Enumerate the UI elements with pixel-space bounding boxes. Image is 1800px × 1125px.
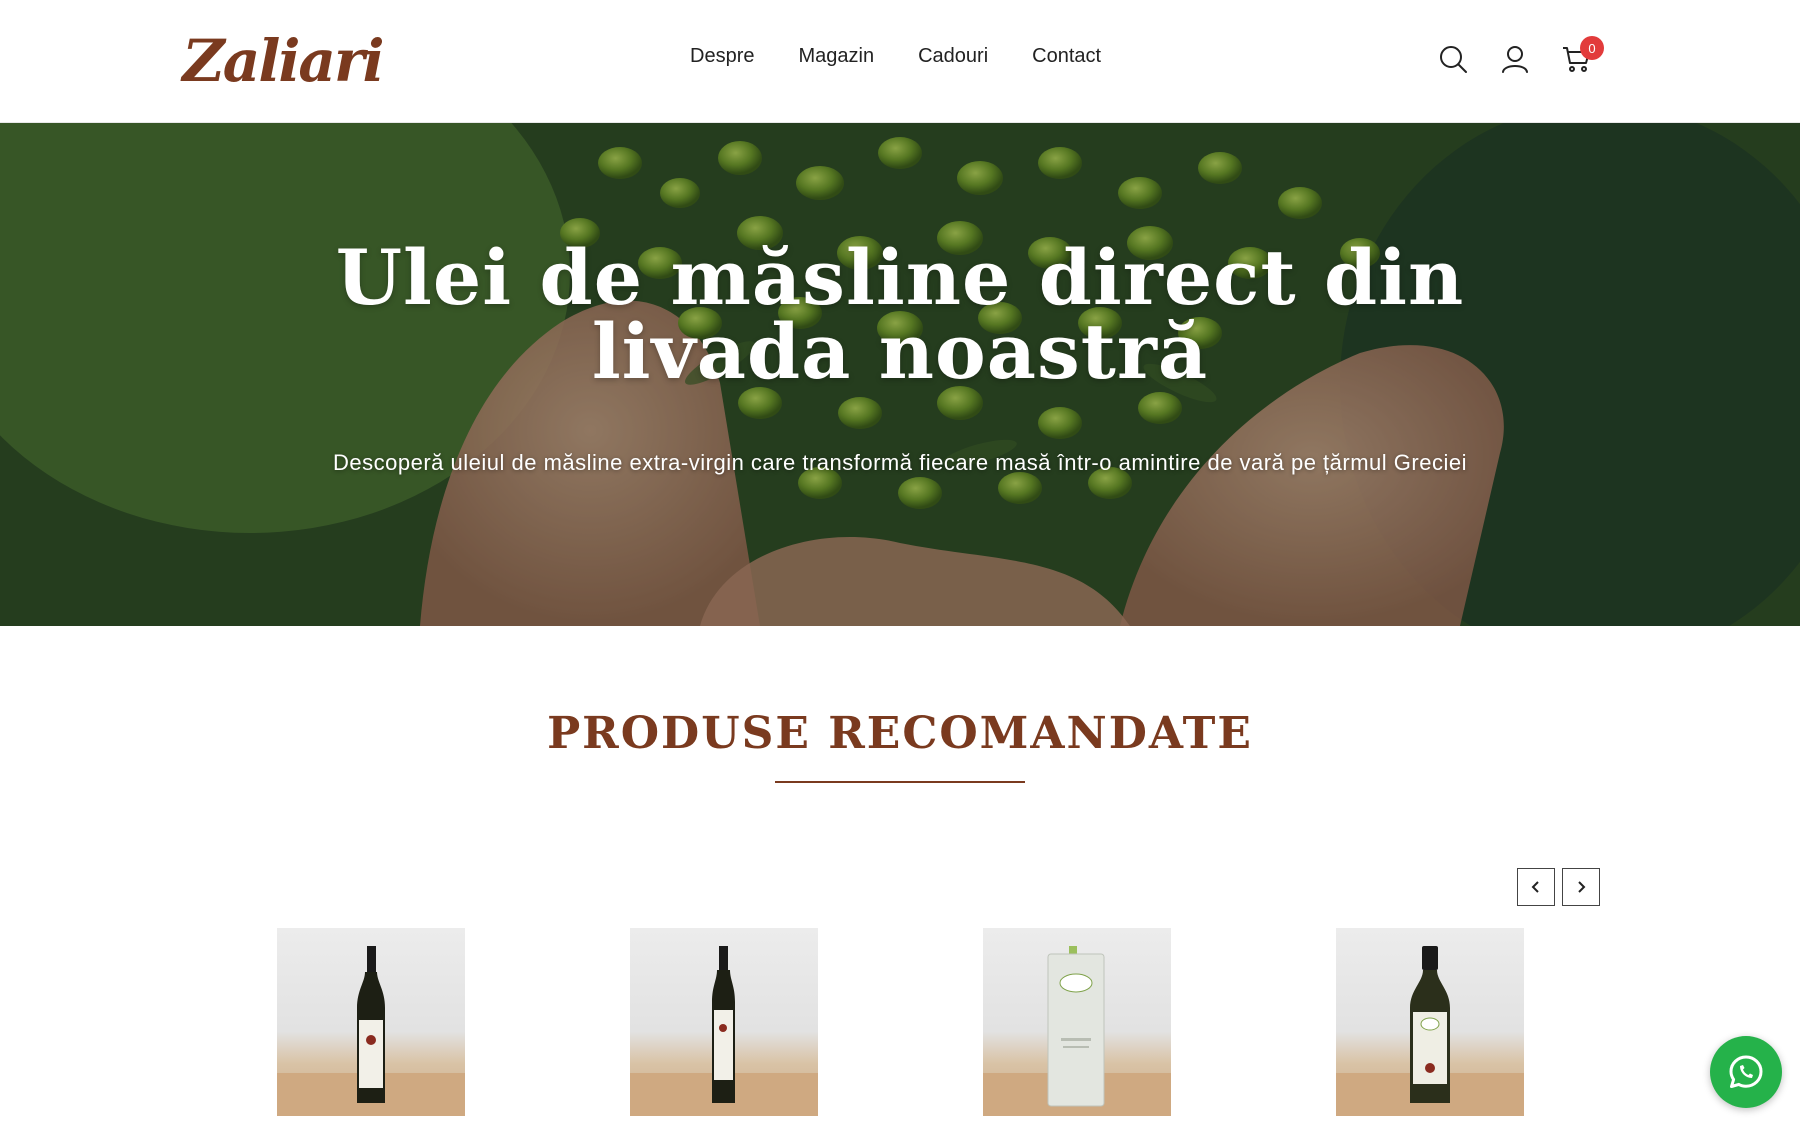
product-carousel (277, 928, 1587, 1118)
product-image-olive-oil-tin (983, 946, 1171, 1116)
cart-count-badge: 0 (1580, 36, 1604, 60)
main-nav: Despre Magazin Cadouri Contact (690, 45, 1101, 68)
nav-item-despre[interactable]: Despre (690, 45, 754, 68)
search-icon[interactable] (1438, 44, 1468, 74)
hero-subtitle: Descoperă uleiul de măsline extra-virgin… (333, 450, 1467, 475)
product-image-olive-oil-bottle-tall (277, 946, 465, 1116)
product-image-olive-oil-bottle-small (1336, 946, 1524, 1116)
section-divider (775, 781, 1025, 783)
nav-item-magazin[interactable]: Magazin (798, 45, 874, 68)
product-card[interactable] (1336, 928, 1524, 1116)
site-header: Zaliari Despre Magazin Cadouri Contact 0 (0, 0, 1800, 123)
hero-title-line2: livada noastră (591, 307, 1209, 396)
logo[interactable]: Zaliari (182, 20, 384, 102)
nav-item-contact[interactable]: Contact (1032, 45, 1101, 68)
product-card[interactable] (983, 928, 1171, 1116)
cart-icon[interactable]: 0 (1562, 36, 1604, 74)
whatsapp-icon (1729, 1055, 1763, 1088)
chevron-left-icon (1531, 881, 1539, 893)
user-icon[interactable] (1500, 44, 1530, 74)
carousel-next-button[interactable] (1562, 868, 1600, 906)
header-icons: 0 (1438, 36, 1604, 74)
chevron-right-icon (1578, 881, 1586, 893)
product-image-olive-oil-bottle-slim (630, 946, 818, 1116)
product-card[interactable] (630, 928, 818, 1116)
hero-title: Ulei de măsline direct din livada noastr… (300, 240, 1500, 390)
section-title-featured: PRODUSE RECOMANDATE (547, 708, 1253, 759)
hero-banner: Ulei de măsline direct din livada noastr… (0, 123, 1800, 626)
carousel-prev-button[interactable] (1517, 868, 1555, 906)
whatsapp-button[interactable] (1710, 1036, 1782, 1108)
nav-item-cadouri[interactable]: Cadouri (918, 45, 988, 68)
product-card[interactable] (277, 928, 465, 1116)
